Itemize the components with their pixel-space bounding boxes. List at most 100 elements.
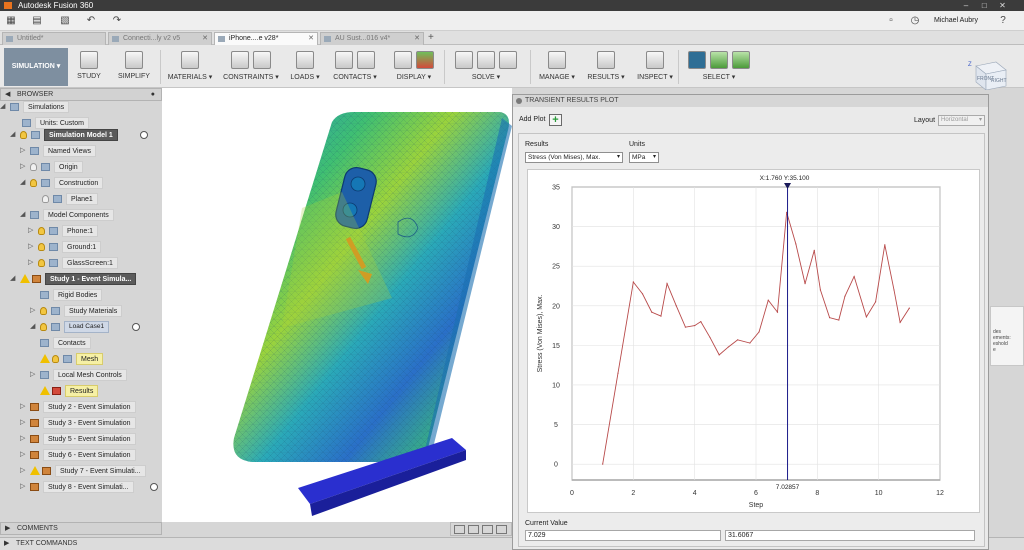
clock-icon[interactable]: ◷ [908, 15, 922, 27]
visibility-bulb-icon[interactable] [38, 243, 45, 251]
dialog-title-bar[interactable]: TRANSIENT RESULTS PLOT [513, 95, 988, 107]
expanded-arrow-icon[interactable]: ◢ [10, 273, 18, 285]
browser-node[interactable]: ▷ Study 6 - Event Simulation [0, 449, 162, 461]
browser-node[interactable]: ◢ Model Components [0, 209, 162, 221]
close-icon[interactable]: ✕ [994, 0, 1010, 11]
close-tab-icon[interactable]: ✕ [308, 33, 314, 45]
collapsed-arrow-icon[interactable]: ▷ [20, 465, 28, 477]
collapsed-arrow-icon[interactable]: ▷ [20, 449, 28, 461]
browser-node[interactable]: ▷ Study 2 - Event Simulation [0, 401, 162, 413]
simplify-group[interactable]: SIMPLIFY [114, 47, 154, 87]
model-canvas[interactable] [162, 88, 512, 522]
collapse-icon[interactable]: ◀ [5, 89, 10, 101]
undo-icon[interactable]: ↶ [84, 15, 98, 27]
tab-au-sustainability[interactable]: AU Sust...016 v4* ✕ [320, 32, 424, 45]
results-select[interactable]: Stress (Von Mises), Max. ▾ [525, 152, 623, 163]
orbit-icon[interactable] [454, 525, 465, 534]
browser-node[interactable]: Rigid Bodies [0, 289, 162, 301]
inspect-group[interactable]: INSPECT ▾ [634, 47, 676, 87]
visibility-bulb-icon[interactable] [38, 259, 45, 267]
grid-menu-icon[interactable]: ▦ [4, 15, 18, 27]
zoom-icon[interactable] [482, 525, 493, 534]
browser-node[interactable]: Contacts [0, 337, 162, 349]
expanded-arrow-icon[interactable]: ◢ [10, 129, 18, 141]
browser-node[interactable]: Units: Custom [0, 117, 162, 129]
loads-group[interactable]: LOADS ▾ [288, 47, 322, 87]
study-group[interactable]: STUDY [72, 47, 106, 87]
workspace-switcher[interactable]: SIMULATION ▾ [4, 48, 68, 86]
pan-icon[interactable] [468, 525, 479, 534]
collapsed-arrow-icon[interactable]: ▷ [20, 481, 28, 493]
collapsed-arrow-icon[interactable]: ▷ [20, 433, 28, 445]
visibility-bulb-icon[interactable] [20, 131, 27, 139]
browser-node[interactable]: ◢ Simulation Model 1 [0, 129, 162, 141]
browser-node[interactable]: ▷ Study 5 - Event Simulation [0, 433, 162, 445]
collapsed-arrow-icon[interactable]: ▷ [20, 401, 28, 413]
collapsed-arrow-icon[interactable]: ▷ [30, 305, 38, 317]
browser-node[interactable]: ▷ Local Mesh Controls [0, 369, 162, 381]
collapsed-arrow-icon[interactable]: ▷ [20, 161, 28, 173]
browser-node[interactable]: ◢ Study 1 - Event Simula... [0, 273, 162, 285]
browser-node[interactable]: ▷ Phone:1 [0, 225, 162, 237]
constraints-group[interactable]: CONSTRAINTS ▾ [222, 47, 280, 87]
browser-node[interactable]: ▷ GlassScreen:1 [0, 257, 162, 269]
maximize-icon[interactable]: □ [976, 0, 992, 11]
visibility-bulb-icon[interactable] [40, 307, 47, 315]
help-icon[interactable]: ? [996, 15, 1010, 27]
browser-node[interactable]: ▷ Ground:1 [0, 241, 162, 253]
viewcube[interactable]: FRONT RIGHT Z [966, 56, 1010, 90]
close-tab-icon[interactable]: ✕ [202, 33, 208, 45]
tab-iphone[interactable]: iPhone....e v28* ✕ [214, 32, 318, 45]
expand-icon[interactable]: ▶ [5, 523, 10, 535]
redo-icon[interactable]: ↷ [110, 15, 124, 27]
browser-node[interactable]: ▷ Study Materials [0, 305, 162, 317]
expand-icon[interactable]: ▶ [4, 538, 9, 550]
phone-stress-model[interactable] [162, 88, 512, 522]
expanded-arrow-icon[interactable]: ◢ [20, 177, 28, 189]
browser-node[interactable]: ▷ Named Views [0, 145, 162, 157]
activate-radio-icon[interactable] [150, 483, 158, 491]
user-name[interactable]: Michael Aubry [934, 17, 978, 24]
new-tab-icon[interactable]: + [428, 32, 434, 44]
activate-radio-icon[interactable] [140, 131, 148, 139]
activate-radio-icon[interactable] [132, 323, 140, 331]
collapsed-arrow-icon[interactable]: ▷ [28, 241, 36, 253]
manage-group[interactable]: MANAGE ▾ [536, 47, 578, 87]
expanded-arrow-icon[interactable]: ◢ [30, 321, 38, 333]
browser-node[interactable]: ◢ Load Case1 [0, 321, 162, 333]
expanded-arrow-icon[interactable]: ◢ [0, 101, 8, 113]
browser-node[interactable]: ◢ Simulations [0, 101, 162, 113]
visibility-bulb-icon[interactable] [30, 163, 37, 171]
collapsed-arrow-icon[interactable]: ▷ [28, 225, 36, 237]
units-select[interactable]: MPa ▾ [629, 152, 659, 163]
display-group[interactable]: DISPLAY ▾ [390, 47, 438, 87]
pin-icon[interactable]: ● [151, 89, 155, 101]
visibility-bulb-icon[interactable] [38, 227, 45, 235]
expanded-arrow-icon[interactable]: ◢ [20, 209, 28, 221]
chat-icon[interactable]: ▫ [884, 15, 898, 27]
visibility-bulb-icon[interactable] [52, 355, 59, 363]
visibility-bulb-icon[interactable] [30, 179, 37, 187]
close-tab-icon[interactable]: ✕ [414, 33, 420, 45]
browser-node[interactable]: ▷ Origin [0, 161, 162, 173]
materials-group[interactable]: MATERIALS ▾ [166, 47, 214, 87]
collapsed-arrow-icon[interactable]: ▷ [20, 145, 28, 157]
stress-chart[interactable]: 0 2 4 6 8 10 12 0 5 10 15 20 25 30 35 Step Stress (Von M… [528, 170, 979, 512]
solve-group[interactable]: SOLVE ▾ [450, 47, 522, 87]
browser-node[interactable]: ▷ Study 8 - Event Simulati... [0, 481, 162, 493]
collapsed-arrow-icon[interactable]: ▷ [20, 417, 28, 429]
tab-connectivity[interactable]: Connecti...ly v2 v5 ✕ [108, 32, 212, 45]
browser-node[interactable]: Mesh [0, 353, 162, 365]
comments-panel[interactable]: ▶ COMMENTS [0, 522, 162, 535]
browser-node[interactable]: Plane1 [0, 193, 162, 205]
layout-select[interactable]: Horizontal ▾ [938, 115, 985, 126]
browser-node[interactable]: ▷ Study 3 - Event Simulation [0, 417, 162, 429]
fit-icon[interactable] [496, 525, 507, 534]
add-plot-button[interactable]: + [549, 114, 562, 126]
viewcube-right-label[interactable]: RIGHT [991, 78, 1007, 84]
file-menu-icon[interactable]: ▤ [30, 15, 44, 27]
browser-node[interactable]: ▷ Study 7 - Event Simulati... [0, 465, 162, 477]
browser-header[interactable]: ◀ BROWSER ● [0, 88, 162, 101]
current-x-field[interactable]: 7.029 [525, 530, 721, 541]
browser-node[interactable]: Results [0, 385, 162, 397]
